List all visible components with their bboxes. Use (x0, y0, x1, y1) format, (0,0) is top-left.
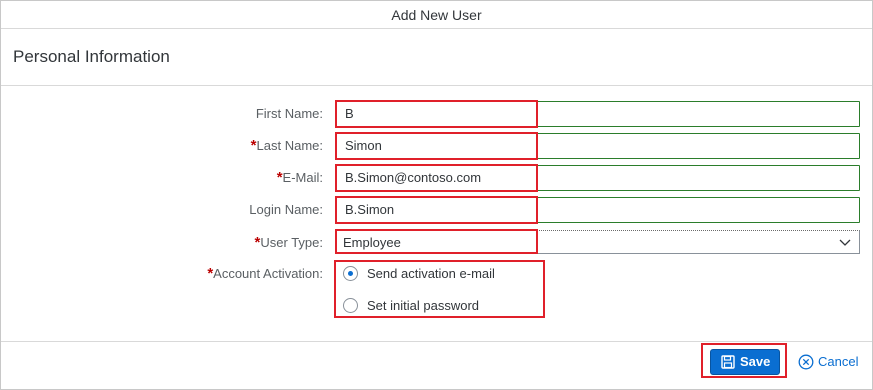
save-label: Save (740, 354, 771, 369)
first-name-label: First Name: (255, 106, 323, 121)
last-name-row: *Last Name: Simon (1, 132, 873, 160)
radio-label: Set initial password (367, 298, 479, 313)
last-name-label: *Last Name: (250, 137, 323, 154)
last-name-field[interactable]: Simon (335, 133, 860, 159)
first-name-value: B (345, 106, 354, 121)
chevron-down-icon[interactable] (837, 234, 853, 250)
email-label: *E-Mail: (276, 169, 323, 186)
radio-button-checked[interactable] (343, 266, 358, 281)
section-header: Personal Information (1, 30, 872, 86)
section-title: Personal Information (13, 47, 170, 66)
cancel-label: Cancel (818, 354, 859, 369)
radio-label: Send activation e-mail (367, 266, 495, 281)
user-type-row: *User Type: Employee (1, 229, 873, 256)
login-name-field[interactable]: B.Simon (335, 197, 860, 223)
first-name-field[interactable]: B (335, 101, 860, 127)
floppy-disk-icon (721, 355, 735, 369)
email-value: B.Simon@contoso.com (345, 170, 482, 185)
login-name-row: Login Name: B.Simon (1, 196, 873, 224)
save-button[interactable]: Save (710, 349, 780, 375)
login-name-label: Login Name: (249, 202, 323, 217)
last-name-value: Simon (345, 138, 382, 153)
email-field[interactable]: B.Simon@contoso.com (335, 165, 860, 191)
add-user-dialog: Add New User Personal Information First … (0, 0, 873, 390)
user-type-label: *User Type: (254, 234, 323, 251)
user-type-value: Employee (343, 235, 401, 250)
dialog-title: Add New User (1, 1, 872, 29)
radio-button-unchecked[interactable] (343, 298, 358, 313)
email-row: *E-Mail: B.Simon@contoso.com (1, 164, 873, 192)
account-activation-label: *Account Activation: (207, 265, 323, 282)
login-name-value: B.Simon (345, 202, 395, 217)
circle-x-icon (798, 354, 814, 370)
user-type-select[interactable]: Employee (335, 230, 860, 254)
first-name-row: First Name: B (1, 100, 873, 128)
